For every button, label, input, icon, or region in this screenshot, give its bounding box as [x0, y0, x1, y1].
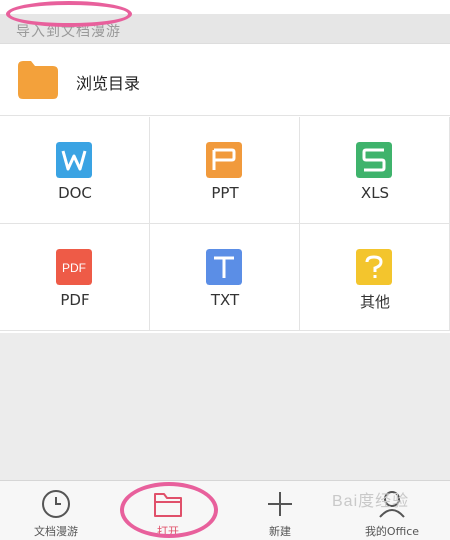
browse-directory-label: 浏览目录	[76, 74, 141, 93]
plus-icon	[268, 492, 292, 516]
file-type-label: PPT	[211, 184, 239, 202]
tab-label: 新建	[269, 525, 291, 538]
highlight-oval	[120, 482, 218, 538]
tab-label: 我的Office	[364, 525, 420, 538]
file-type-label: XLS	[360, 184, 390, 202]
clock-icon	[42, 490, 70, 518]
empty-area	[0, 333, 450, 480]
file-type-other[interactable]: 其他	[300, 224, 450, 331]
tab-label: 文档漫游	[34, 525, 78, 538]
file-type-label: TXT	[210, 291, 240, 309]
svg-text:PDF: PDF	[62, 261, 86, 275]
file-type-pdf[interactable]: PDF PDF	[0, 224, 150, 331]
file-type-txt[interactable]: TXT	[150, 224, 300, 331]
file-type-xls[interactable]: XLS	[300, 117, 450, 224]
file-type-label: DOC	[58, 184, 92, 202]
ppt-icon	[206, 142, 242, 178]
pdf-icon: PDF	[56, 249, 92, 285]
txt-icon	[206, 249, 242, 285]
browse-directory-row[interactable]: 浏览目录	[0, 44, 450, 116]
tab-new[interactable]: 新建	[224, 481, 336, 540]
tab-document-roaming[interactable]: 文档漫游	[0, 481, 112, 540]
other-icon	[356, 249, 392, 285]
xls-icon	[356, 142, 392, 178]
file-type-label: PDF	[60, 291, 90, 309]
folder-icon	[18, 61, 58, 99]
watermark: Bai度经验	[332, 493, 410, 510]
doc-icon	[56, 142, 92, 178]
file-type-doc[interactable]: DOC	[0, 117, 150, 224]
file-type-ppt[interactable]: PPT	[150, 117, 300, 224]
file-type-grid: DOC PPT XLS PDF PDF TXT 其他	[0, 117, 450, 332]
file-type-label: 其他	[359, 293, 390, 311]
highlight-oval	[6, 1, 132, 27]
